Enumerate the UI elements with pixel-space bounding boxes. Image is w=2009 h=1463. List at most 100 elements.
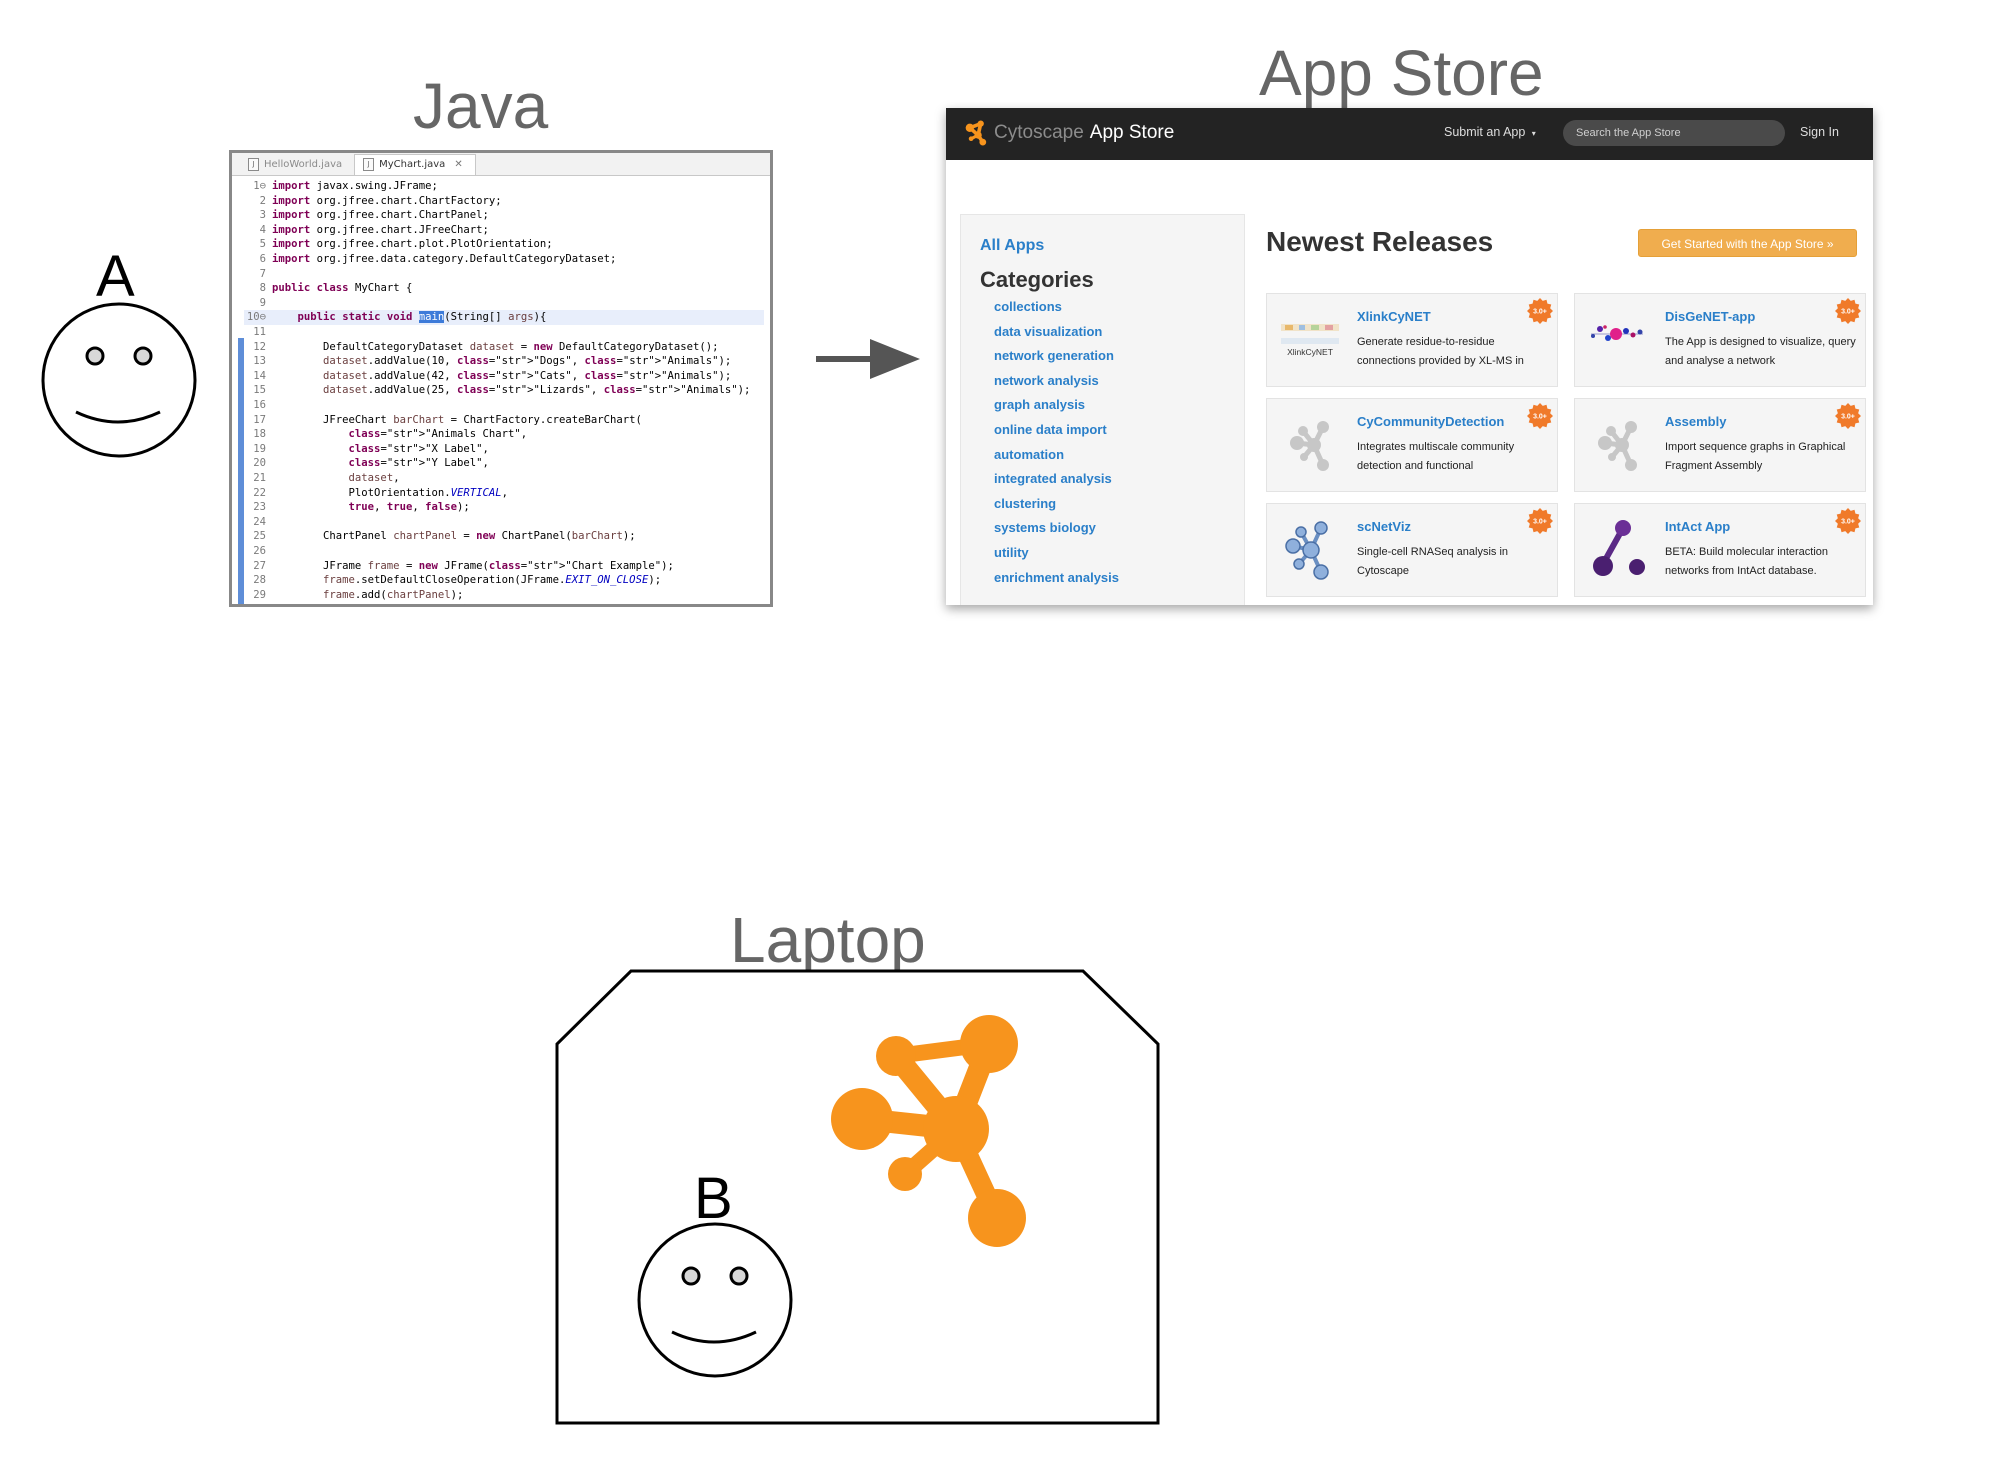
cytoscape-logo-icon [965, 120, 987, 146]
code-line: 25 ChartPanel chartPanel = new ChartPane… [244, 529, 764, 544]
code-text: import javax.swing.JFrame; [272, 180, 438, 192]
line-number: 14 [253, 369, 266, 382]
line-number: 9 [259, 296, 266, 309]
editor-tab-bar: J HelloWorld.java J MyChart.java ✕ [232, 153, 770, 176]
code-editor[interactable]: 1⊖ import javax.swing.JFrame; 2 import org.… [232, 177, 770, 604]
search-input[interactable] [1563, 120, 1785, 146]
code-line: 11 [244, 325, 764, 340]
intact-logo-icon[interactable] [1585, 518, 1651, 584]
code-text: import org.jfree.chart.ChartPanel; [272, 209, 489, 222]
app-title-link[interactable]: XlinkCyNET [1357, 309, 1431, 324]
app-title-link[interactable]: CyCommunityDetection [1357, 414, 1504, 429]
badge-label: 3.0+ [1841, 414, 1855, 421]
code-line: 14 dataset.addValue(42, class="str">"Cat… [244, 369, 764, 384]
app-title-link[interactable]: DisGeNET-app [1665, 309, 1755, 324]
version-badge-icon: 3.0+ [1527, 403, 1553, 429]
code-line: 18 class="str">"Animals Chart", [244, 427, 764, 442]
category-link[interactable]: integrated analysis [994, 471, 1112, 486]
app-description: Integrates multiscale community detectio… [1357, 441, 1515, 472]
category-link[interactable]: network analysis [994, 373, 1099, 388]
category-link[interactable]: utility [994, 545, 1029, 560]
line-number: 5 [259, 238, 266, 251]
user-b-face-icon [637, 1222, 793, 1378]
category-link[interactable]: enrichment analysis [994, 570, 1119, 585]
line-number: 29 [253, 588, 266, 601]
category-link[interactable]: data visualization [994, 324, 1102, 339]
scnetviz-logo-icon[interactable] [1277, 518, 1343, 584]
line-number: 24 [253, 515, 266, 528]
badge-label: 3.0+ [1533, 309, 1547, 316]
category-link[interactable]: systems biology [994, 520, 1096, 535]
category-sidebar: All Apps Categories collections data visu… [960, 214, 1245, 605]
app-card[interactable]: scNetViz Single-cell RNASeq analysis in C… [1266, 503, 1558, 597]
line-number: 19 [253, 442, 266, 455]
navbar: Cytoscape App Store Submit an App ▾ Sign… [946, 108, 1873, 160]
submit-app-label: Submit an App [1444, 125, 1526, 139]
tab-label: MyChart.java [379, 159, 446, 170]
badge-label: 3.0+ [1533, 414, 1547, 421]
category-link[interactable]: graph analysis [994, 397, 1085, 412]
code-line: 7 [244, 267, 764, 282]
code-line: 19 class="str">"X Label", [244, 442, 764, 457]
code-text: class="str">"X Label", [348, 442, 489, 455]
code-text: frame.add(chartPanel); [323, 588, 464, 601]
code-line: 1⊖ import javax.swing.JFrame; [244, 179, 764, 194]
app-store-heading: App Store [1259, 37, 1544, 109]
app-card[interactable]: XlinkCyNET XlinkCyNET Generate residue-to-… [1266, 293, 1558, 387]
category-link[interactable]: automation [994, 447, 1064, 462]
category-link[interactable]: online data import [994, 422, 1107, 437]
category-link[interactable]: clustering [994, 496, 1056, 511]
app-store-window: Cytoscape App Store Submit an App ▾ Sign… [946, 108, 1873, 605]
code-line: 4 import org.jfree.chart.JFreeChart; [244, 223, 764, 238]
category-link[interactable]: network generation [994, 348, 1114, 363]
category-link[interactable]: collections [994, 299, 1062, 314]
code-text: class="str">"Animals Chart", [348, 428, 528, 441]
code-text: import org.jfree.chart.plot.PlotOrientat… [272, 238, 553, 251]
code-line: 27 JFrame frame = new JFrame(class="str"… [244, 559, 764, 574]
app-card[interactable]: IntAct App BETA: Build molecular interact… [1574, 503, 1866, 597]
version-badge-icon: 3.0+ [1835, 508, 1861, 534]
code-text: true, true, false); [348, 501, 470, 514]
code-line: 6 import org.jfree.data.category.DefaultC… [244, 252, 764, 267]
sign-in-link[interactable]: Sign In [1800, 125, 1839, 139]
code-text: ChartPanel chartPanel = new ChartPanel(b… [272, 530, 636, 543]
app-description: Single-cell RNASeq analysis in Cytoscape [1357, 546, 1509, 577]
brand-prefix: Cytoscape [994, 122, 1084, 143]
code-text: dataset.addValue(25, class="str">"Lizard… [323, 384, 751, 397]
brand-suffix: App Store [1089, 122, 1175, 143]
app-title-link[interactable]: Assembly [1665, 414, 1726, 429]
code-line: 12 DefaultCategoryDataset dataset = new … [244, 340, 764, 355]
close-icon[interactable]: ✕ [454, 159, 462, 170]
all-apps-link[interactable]: All Apps [980, 237, 1044, 255]
java-file-icon: J [363, 158, 375, 171]
code-text: DefaultCategoryDataset dataset = new Def… [272, 340, 719, 353]
tab-mychart[interactable]: J MyChart.java ✕ [354, 154, 476, 175]
app-title-link[interactable]: IntAct App [1665, 519, 1730, 534]
categories-heading: Categories [980, 267, 1094, 292]
disgenet-logo-icon[interactable] [1585, 308, 1651, 374]
badge-label: 3.0+ [1841, 519, 1855, 526]
version-badge-icon: 3.0+ [1527, 508, 1553, 534]
code-text: public class MyChart { [272, 282, 413, 295]
code-text: JFreeChart barChart = ChartFactory.creat… [272, 413, 642, 426]
java-editor-panel: J HelloWorld.java J MyChart.java ✕ 1⊖ imp… [229, 150, 773, 607]
line-number: 21 [253, 472, 266, 484]
brand-logo[interactable]: Cytoscape App Store [962, 120, 1174, 146]
get-started-button[interactable]: Get Started with the App Store » [1638, 229, 1857, 257]
code-text: dataset.addValue(42, class="str">"Cats",… [323, 369, 732, 382]
app-card[interactable]: DisGeNET-app The App is designed to visua… [1574, 293, 1866, 387]
code-line: 20 class="str">"Y Label", [244, 456, 764, 471]
app-title-link[interactable]: scNetViz [1357, 519, 1411, 534]
code-line: 16 [244, 398, 764, 413]
code-text: dataset, [348, 472, 400, 484]
xlinkcynet-logo-icon[interactable]: XlinkCyNET [1277, 308, 1343, 374]
app-card[interactable]: Assembly Import sequence graphs in Graphi… [1574, 398, 1866, 492]
generic-app-icon-icon[interactable] [1277, 413, 1343, 479]
generic-app-icon-icon[interactable] [1585, 413, 1651, 479]
line-number: 6 [259, 253, 266, 265]
app-description: BETA: Build molecular interaction networ… [1665, 546, 1829, 577]
app-description: Generate residue-to-residue connections … [1357, 336, 1524, 367]
submit-app-menu[interactable]: Submit an App ▾ [1444, 125, 1536, 139]
tab-helloworld[interactable]: J HelloWorld.java [240, 155, 354, 175]
app-card[interactable]: CyCommunityDetection Integrates multiscal… [1266, 398, 1558, 492]
